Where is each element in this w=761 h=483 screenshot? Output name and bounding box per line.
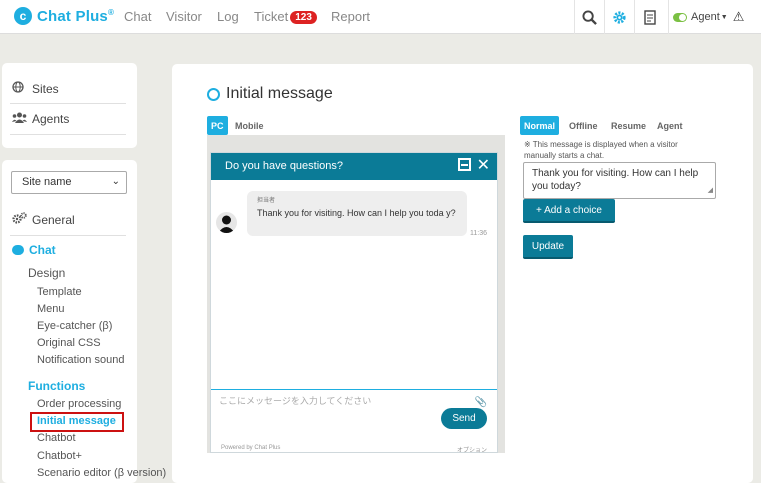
sidebar-item-general[interactable]: General: [12, 212, 75, 227]
logo-text: Chat Plus: [37, 7, 108, 25]
sidebar-top-card: [2, 63, 137, 148]
sidebar-item-label: Agents: [32, 112, 70, 126]
sidebar-item-initial-message[interactable]: Initial message: [37, 415, 116, 427]
help-note: ※ This message is displayed when a visit…: [524, 140, 678, 160]
avatar: [216, 212, 237, 233]
agent-name: 担当者: [257, 198, 276, 204]
sidebar-item-menu[interactable]: Menu: [37, 303, 65, 315]
document-button[interactable]: [634, 0, 664, 34]
search-icon: [582, 9, 597, 25]
sidebar-item-chatbot-plus[interactable]: Chatbot+: [37, 450, 82, 462]
online-toggle-icon[interactable]: [673, 12, 687, 22]
option-link[interactable]: オプション: [457, 445, 487, 454]
sidebar-item-template[interactable]: Template: [37, 286, 82, 298]
message-input[interactable]: ここにメッセージを入力してください: [219, 394, 371, 407]
chatplus-logo[interactable]: c Chat Plus®: [14, 7, 114, 25]
nav-chat[interactable]: Chat: [124, 9, 151, 24]
tab-resume[interactable]: Resume: [607, 116, 650, 135]
page-title-row: Initial message: [207, 85, 333, 103]
sidebar-item-eye-catcher[interactable]: Eye-catcher (β): [37, 320, 112, 332]
tab-pc[interactable]: PC: [207, 116, 228, 135]
search-button[interactable]: [574, 0, 604, 34]
divider: [10, 235, 126, 236]
gears-icon: [12, 212, 28, 227]
textarea-value: Thank you for visiting. How can I help y…: [532, 168, 699, 192]
users-icon: [12, 112, 28, 126]
functions-section-label[interactable]: Functions: [28, 379, 85, 393]
warning-icon[interactable]: ⚠: [733, 9, 745, 25]
tab-mobile[interactable]: Mobile: [231, 116, 268, 135]
site-select[interactable]: Site name ⌄: [11, 171, 127, 194]
site-select-value: Site name: [22, 176, 72, 188]
document-icon: [643, 9, 656, 25]
sidebar-item-scenario-editor[interactable]: Scenario editor (β version): [37, 467, 166, 479]
resize-handle-icon[interactable]: ◢: [708, 184, 713, 197]
paperclip-icon[interactable]: 📎: [475, 397, 487, 408]
nav-report[interactable]: Report: [331, 9, 370, 24]
sidebar-item-notification-sound[interactable]: Notification sound: [37, 354, 124, 366]
top-nav-bar: c Chat Plus® Chat Visitor Log Ticket 123 …: [0, 0, 761, 34]
circle-icon: [207, 87, 220, 101]
globe-icon: [12, 81, 28, 96]
sidebar-item-chatbot[interactable]: Chatbot: [37, 432, 76, 444]
nav-ticket-label: Ticket: [254, 9, 289, 24]
send-button[interactable]: Send: [441, 408, 487, 429]
add-choice-button[interactable]: + Add a choice: [523, 199, 615, 223]
nav-visitor[interactable]: Visitor: [166, 9, 202, 24]
chat-widget-preview: Do you have questions? ✕ 担当者 Thank you f…: [210, 152, 498, 454]
page-title: Initial message: [226, 85, 333, 102]
ticket-count-badge: 123: [290, 11, 317, 24]
settings-button[interactable]: [604, 0, 634, 34]
sidebar-item-original-css[interactable]: Original CSS: [37, 337, 101, 349]
design-section-label[interactable]: Design: [28, 266, 65, 280]
sidebar-item-label: General: [32, 212, 75, 227]
widget-title: Do you have questions?: [225, 160, 344, 172]
chat-bubble-logo-icon: c: [14, 7, 32, 25]
input-divider: [211, 389, 497, 390]
agent-status-menu[interactable]: Agent ▼ ⚠: [668, 0, 761, 34]
powered-by-text: Powered by Chat Plus: [221, 445, 281, 451]
chat-bubble-icon: [12, 245, 24, 255]
message-time: 11:36: [470, 230, 487, 237]
tab-offline[interactable]: Offline: [565, 116, 602, 135]
sidebar-item-label: Sites: [32, 81, 59, 96]
minimize-icon[interactable]: [458, 158, 471, 171]
sidebar-item-chat[interactable]: Chat: [12, 243, 56, 257]
sidebar-item-order-processing[interactable]: Order processing: [37, 398, 121, 410]
nav-ticket[interactable]: Ticket 123: [254, 9, 317, 24]
update-button[interactable]: Update: [523, 235, 573, 259]
close-icon[interactable]: ✕: [477, 155, 490, 175]
chevron-down-icon: ⌄: [111, 176, 120, 187]
chevron-down-icon: ▼: [720, 13, 728, 21]
sidebar-item-label: Chat: [29, 243, 56, 257]
tab-normal[interactable]: Normal: [520, 116, 560, 135]
registered-mark: ®: [107, 7, 115, 17]
initial-message-textarea[interactable]: Thank you for visiting. How can I help y…: [523, 162, 716, 199]
tab-agent[interactable]: Agent: [653, 116, 687, 135]
divider: [10, 103, 126, 104]
sidebar-item-sites[interactable]: Sites: [12, 81, 59, 96]
divider: [10, 134, 126, 135]
widget-header: Do you have questions? ✕: [211, 153, 497, 180]
agent-avatar-icon: [218, 215, 235, 233]
gear-icon: [613, 10, 626, 24]
nav-log[interactable]: Log: [217, 9, 239, 24]
sidebar-item-agents[interactable]: Agents: [12, 112, 69, 126]
agent-message-bubble: 担当者 Thank you for visiting. How can I he…: [247, 191, 467, 236]
agent-label: Agent: [691, 11, 720, 23]
message-text: Thank you for visiting. How can I help y…: [257, 208, 456, 218]
